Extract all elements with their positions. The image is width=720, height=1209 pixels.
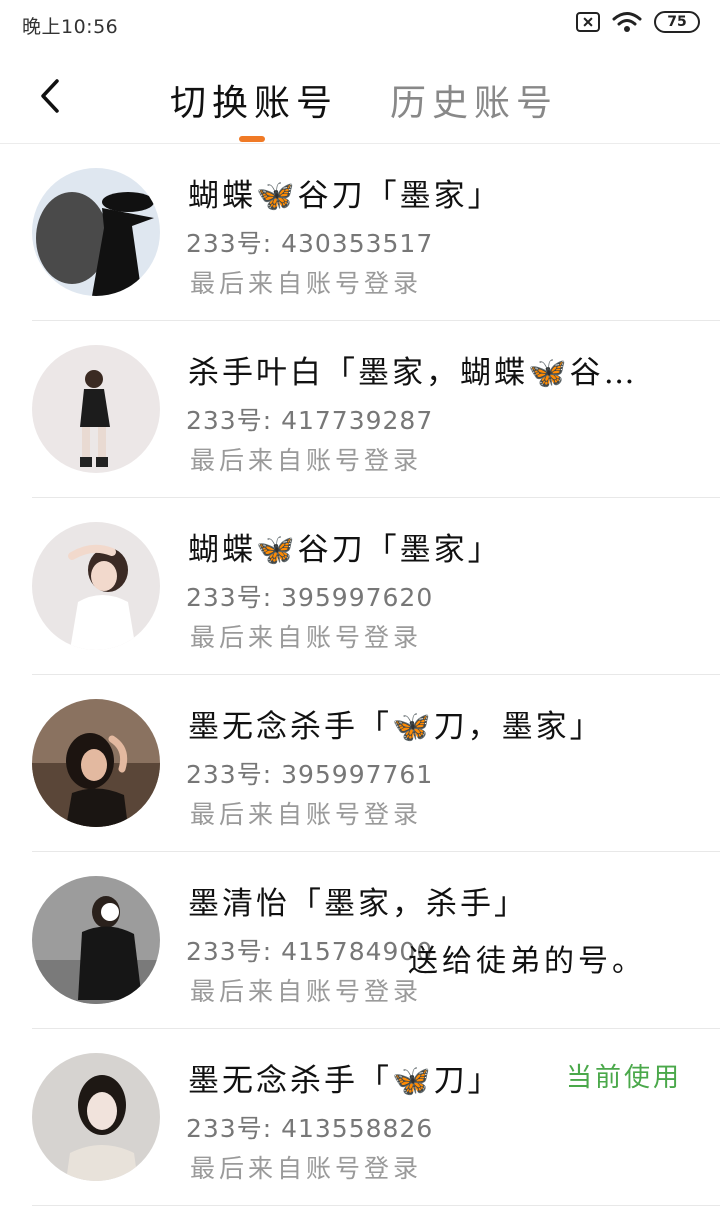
account-id: 233号: 395997620 [186,583,434,612]
last-login-text: 最后来自账号登录 [190,269,423,298]
account-id: 233号: 430353517 [186,229,434,258]
active-tab-indicator [239,136,265,142]
avatar [32,522,160,650]
wifi-icon [612,12,642,32]
account-row[interactable]: 墨无念杀手「🦋刀」 233号: 413558826 最后来自账号登录 当前使用 [0,1029,720,1206]
status-bar: 晚上10:56 75 [0,0,720,50]
account-id: 233号: 395997761 [186,760,434,789]
chevron-left-icon [41,79,59,113]
account-id: 233号: 417739287 [186,406,434,435]
avatar [32,345,160,473]
tab-switch-account[interactable]: 切换账号 [170,74,338,126]
account-row[interactable]: 杀手叶白「墨家，蝴蝶🦋谷… 233号: 417739287 最后来自账号登录 [0,321,720,498]
tab-history-account[interactable]: 历史账号 [390,74,558,126]
current-account-badge: 当前使用 [566,1063,683,1093]
last-login-text: 最后来自账号登录 [190,446,423,475]
account-row[interactable]: 蝴蝶🦋谷刀「墨家」 233号: 395997620 最后来自账号登录 [0,498,720,675]
status-icons: 75 [576,11,700,33]
status-time: 晚上10:56 [22,16,119,38]
account-row[interactable]: 墨无念杀手「🦋刀，墨家」 233号: 395997761 最后来自账号登录 [0,675,720,852]
back-button[interactable] [28,74,72,118]
account-id: 233号: 413558826 [186,1114,434,1143]
account-note: 送给徒弟的号。 [408,944,646,979]
avatar [32,876,160,1004]
last-login-text: 最后来自账号登录 [190,1154,423,1183]
account-name: 蝴蝶🦋谷刀「墨家」 [188,178,502,214]
last-login-text: 最后来自账号登录 [190,623,423,652]
account-name: 蝴蝶🦋谷刀「墨家」 [188,532,502,568]
battery-indicator: 75 [654,11,700,33]
header: 切换账号 历史账号 [0,50,720,144]
avatar [32,168,160,296]
account-name: 墨无念杀手「🦋刀，墨家」 [188,709,604,745]
account-row[interactable]: 墨清怡「墨家，杀手」 233号: 415784900 最后来自账号登录 送给徒弟… [0,852,720,1029]
avatar [32,699,160,827]
avatar [32,1053,160,1181]
last-login-text: 最后来自账号登录 [190,977,423,1006]
account-id: 233号: 415784900 [186,937,434,966]
account-list: 蝴蝶🦋谷刀「墨家」 233号: 430353517 最后来自账号登录 杀手叶白「… [0,144,720,1206]
account-name: 杀手叶白「墨家，蝴蝶🦋谷… [188,355,638,391]
account-name: 墨清怡「墨家，杀手」 [188,886,528,922]
last-login-text: 最后来自账号登录 [190,800,423,829]
account-row[interactable]: 蝴蝶🦋谷刀「墨家」 233号: 430353517 最后来自账号登录 [0,144,720,321]
no-sim-icon [576,12,600,32]
